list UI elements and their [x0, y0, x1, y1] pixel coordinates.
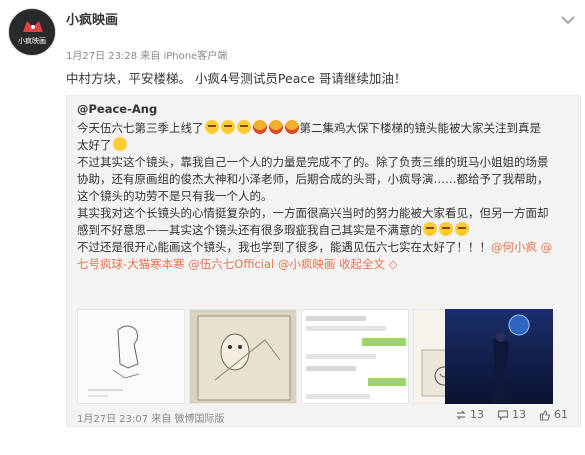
- cry-emoji-icon: [455, 222, 469, 236]
- chevron-down-icon[interactable]: [559, 12, 577, 28]
- thumbnail[interactable]: [189, 309, 297, 404]
- sketch-frame-1: [78, 310, 184, 403]
- repost-line: 感到不好意思——其实这个镜头还有很多瑕疵我自己其实是不满意的: [77, 222, 585, 239]
- avatar-label: 小疯映画: [18, 37, 46, 45]
- mention-link[interactable]: 七号疯球-大猫寒本寒: [77, 257, 185, 271]
- repost-line: 其实我对这个长镜头的心情挺复杂的，一方面很高兴当时的努力能被大家看见，但另一方面…: [77, 205, 585, 222]
- cry-emoji-icon: [439, 222, 453, 236]
- smile-emoji-icon: [112, 137, 127, 151]
- red-emoji-icon: [252, 120, 267, 134]
- repost-count: 13: [470, 408, 484, 421]
- repost-meta: 1月27日 23:07 来自 微博国际版 13 13 61: [77, 407, 585, 425]
- repost-text-span: 这个镜头的功劳不是只有我一个人的。: [77, 189, 273, 203]
- repost-text-span: 太好了: [77, 138, 112, 152]
- repost-line: 不过还是很开心能画这个镜头，我也学到了很多，能遇见伍六七实在太好了！！！@何小疯…: [77, 239, 585, 256]
- like-count: 61: [554, 408, 568, 421]
- repost-line: 太好了: [77, 137, 585, 154]
- thumbnail[interactable]: [301, 309, 409, 404]
- repost-text-span: 今天伍六七第三季上线了: [77, 121, 204, 135]
- poster-image: [445, 309, 553, 404]
- cry-emoji-icon: [236, 120, 251, 134]
- repost-line: 今天伍六七第三季上线了 第二集鸡大保下楼梯的镜头能被大家关注到真是: [77, 120, 585, 137]
- repost-text-span: 不过还是很开心能画这个镜头，我也学到了很多，能遇见伍六七实在太好了！！！: [77, 240, 491, 254]
- cry-emoji-icon: [204, 120, 219, 134]
- repost-line: 七号疯球-大猫寒本寒 @伍六七Official @小疯映画 收起全文 ◇: [77, 256, 585, 273]
- post-meta: 1月27日 23:28 来自 iPhone客户端: [66, 47, 227, 62]
- username[interactable]: 小疯映画: [66, 9, 118, 28]
- chat-screenshot: [302, 310, 408, 403]
- thumbnail[interactable]: [445, 309, 553, 404]
- logo-icon: [23, 21, 43, 32]
- thumbnail-row: [77, 309, 585, 404]
- like-button[interactable]: 61: [539, 408, 568, 421]
- comment-button[interactable]: 13: [497, 408, 526, 421]
- repost-text-span: 协助，还有原画组的俊杰大神和小泽老师，后期合成的头哥，小疯导演……都给予了我帮助…: [77, 172, 549, 186]
- cry-emoji-icon: [220, 120, 235, 134]
- repost-text-span: 不过其实这个镜头，靠我自己一个人的力量是完成不了的。除了负责三维的斑马小姐姐的场…: [77, 155, 549, 169]
- repost-button[interactable]: 13: [455, 408, 484, 421]
- post-text: 中村方块，平安楼梯。 小疯4号测试员Peace 哥请继续加油！: [66, 71, 407, 86]
- repost-line: 协助，还有原画组的俊杰大神和小泽老师，后期合成的头哥，小疯导演……都给予了我帮助…: [77, 171, 585, 188]
- repost-line: 这个镜头的功劳不是只有我一个人的。: [77, 188, 585, 205]
- repost-time[interactable]: 1月27日 23:07: [77, 414, 148, 425]
- repost-source: 来自 微博国际版: [151, 414, 225, 425]
- thumbs-up-icon: [539, 410, 551, 421]
- repost-text-span: 感到不好意思——其实这个镜头还有很多瑕疵我自己其实是不满意的: [77, 223, 422, 237]
- comment-count: 13: [512, 408, 526, 421]
- mention-link[interactable]: @何小疯 @: [491, 240, 552, 254]
- repost-text-span: 其实我对这个长镜头的心情挺复杂的，一方面很高兴当时的努力能被大家看见，但另一方面…: [77, 206, 549, 220]
- post-time[interactable]: 1月27日 23:28: [66, 51, 137, 62]
- repost-icon: [456, 410, 466, 420]
- mention-link[interactable]: ◇: [385, 257, 398, 271]
- mention-link[interactable]: @伍六七Official: [188, 257, 274, 271]
- mention-link[interactable]: 收起全文: [339, 257, 385, 271]
- cry-emoji-icon: [423, 222, 437, 236]
- mention-link[interactable]: @小疯映画: [278, 257, 336, 271]
- comment-icon: [497, 410, 509, 421]
- red-emoji-icon: [268, 120, 283, 134]
- post-source: 来自 iPhone客户端: [140, 51, 228, 62]
- repost-line: 不过其实这个镜头，靠我自己一个人的力量是完成不了的。除了负责三维的斑马小姐姐的场…: [77, 154, 585, 171]
- repost-card: @Peace-Ang 今天伍六七第三季上线了 第二集鸡大保下楼梯的镜头能被大家关注…: [66, 95, 581, 427]
- repost-author[interactable]: @Peace-Ang: [77, 102, 157, 116]
- thumbnail[interactable]: [77, 309, 185, 404]
- repost-time-source: 1月27日 23:07 来自 微博国际版: [77, 410, 224, 425]
- avatar[interactable]: 小疯映画: [8, 8, 56, 56]
- repost-text: 今天伍六七第三季上线了 第二集鸡大保下楼梯的镜头能被大家关注到真是太好了不过其实这…: [77, 120, 585, 273]
- red-emoji-icon: [284, 120, 299, 134]
- repost-text-span: 第二集鸡大保下楼梯的镜头能被大家关注到真是: [299, 121, 542, 135]
- sketch-frame-2: [190, 310, 296, 403]
